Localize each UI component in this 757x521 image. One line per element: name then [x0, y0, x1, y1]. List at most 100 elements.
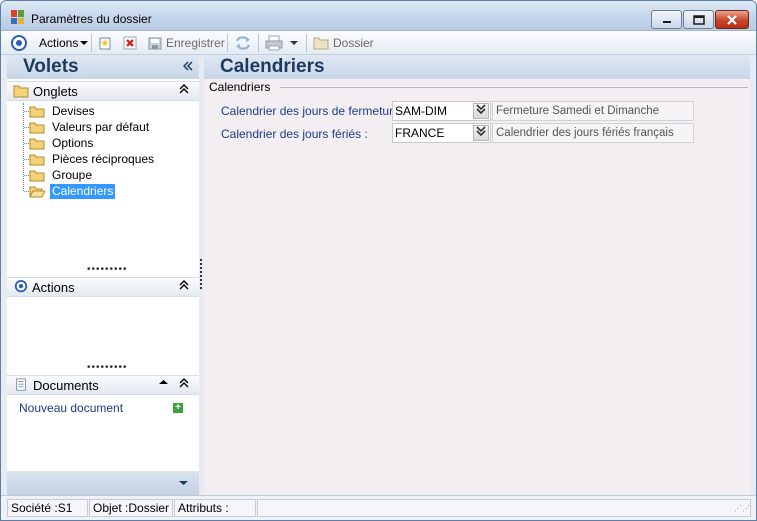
double-chevron-down-icon: [476, 104, 486, 115]
refresh-button[interactable]: [234, 34, 252, 52]
double-chevron-up-icon[interactable]: [179, 280, 189, 293]
maximize-icon: [692, 14, 705, 25]
resize-grip-icon[interactable]: ⋰⋰: [734, 504, 750, 513]
tree-item-groupe[interactable]: Groupe: [29, 168, 94, 183]
actions-title: Actions: [32, 280, 75, 295]
status-bar: Société :S1 Objet :Dossier Attributs : ⋰…: [1, 495, 756, 520]
tree-item-valeurs-par-defaut[interactable]: Valeurs par défaut: [29, 120, 151, 135]
delete-icon: [123, 36, 137, 50]
tree-item-label: Groupe: [52, 168, 93, 182]
status-empty: [257, 499, 751, 517]
chevron-down-icon: [290, 41, 298, 45]
double-chevron-up-icon[interactable]: [179, 84, 189, 97]
actions-menu-label: Actions: [39, 36, 79, 50]
dropdown-button[interactable]: [473, 103, 489, 119]
onglets-title: Onglets: [33, 84, 78, 99]
actions-menu-button[interactable]: Actions: [39, 34, 89, 52]
chevron-down-icon: [80, 41, 89, 45]
folder-icon: [29, 138, 45, 149]
minimize-icon: [662, 20, 671, 23]
save-button[interactable]: Enregistrer: [147, 34, 225, 52]
holidays-calendar-combo[interactable]: FRANCE: [392, 123, 491, 143]
tree-item-label: Pièces réciproques: [52, 152, 155, 166]
documents-section-header[interactable]: Documents: [7, 375, 199, 395]
new-button[interactable]: [97, 34, 113, 52]
tree-item-options[interactable]: Options: [29, 136, 95, 151]
tree-item-label: Calendriers: [50, 184, 116, 199]
chevron-up-icon[interactable]: [159, 378, 168, 390]
closing-days-calendar-combo[interactable]: SAM-DIM: [392, 101, 491, 121]
new-document-link[interactable]: Nouveau document: [19, 401, 123, 415]
toolbar-separator: [91, 34, 92, 52]
close-icon: [727, 14, 737, 25]
status-attributs: Attributs :: [174, 499, 256, 517]
save-icon: [148, 37, 162, 50]
save-label: Enregistrer: [166, 36, 225, 50]
closing-days-calendar-value: SAM-DIM: [395, 104, 447, 118]
double-chevron-up-icon[interactable]: [179, 378, 189, 391]
folder-icon: [29, 170, 45, 181]
folder-label: Dossier: [333, 36, 374, 50]
description-text: Calendrier des jours fériés français: [496, 127, 674, 139]
status-objet: Objet :Dossier: [89, 499, 173, 517]
group-divider: [280, 87, 748, 88]
print-icon: [265, 35, 283, 51]
status-societe: Société :S1: [7, 499, 88, 517]
content-header: Calendriers: [204, 55, 750, 79]
double-chevron-left-icon: [182, 61, 193, 71]
splitter-handle[interactable]: •••••••••: [87, 265, 128, 275]
folder-icon: [29, 122, 45, 133]
folder-icon: [29, 154, 45, 165]
minimize-button[interactable]: [651, 10, 682, 29]
volets-title: Volets: [23, 56, 79, 77]
tree-item-calendriers[interactable]: Calendriers: [29, 184, 116, 199]
description-text: Fermeture Samedi et Dimanche: [496, 105, 659, 117]
tree-connector: [23, 103, 24, 191]
holidays-calendar-label: Calendrier des jours fériés :: [221, 127, 368, 141]
toolbar-separator: [306, 34, 307, 52]
add-icon[interactable]: +: [173, 403, 183, 413]
holidays-calendar-value: FRANCE: [395, 126, 445, 140]
actions-circle-button[interactable]: [11, 34, 27, 52]
content-pane: Calendriers Calendriers Calendrier des j…: [204, 55, 750, 495]
splitter-handle[interactable]: •••••••••: [87, 363, 128, 373]
dropdown-button[interactable]: [473, 125, 489, 141]
tree-item-label: Devises: [52, 104, 95, 118]
folder-icon: [29, 106, 45, 117]
print-button[interactable]: [264, 34, 298, 52]
title-bar: Paramètres du dossier: [1, 1, 756, 31]
toolbar-separator: [258, 34, 259, 52]
actions-icon: [11, 35, 27, 51]
onglets-section-header[interactable]: Onglets: [7, 81, 199, 101]
folder-button[interactable]: Dossier: [313, 34, 374, 52]
documents-title: Documents: [33, 378, 99, 393]
closing-days-calendar-description: Fermeture Samedi et Dimanche: [492, 101, 694, 121]
volets-pane: Volets Onglets Devises Valeurs par défau…: [7, 55, 199, 495]
toolbar: Actions Enregistrer Dossier: [1, 31, 756, 55]
new-icon: [99, 37, 111, 50]
document-icon: [16, 378, 26, 391]
vertical-splitter[interactable]: [200, 259, 202, 289]
tree-item-devises[interactable]: Devises: [29, 104, 97, 119]
actions-section-header[interactable]: Actions: [7, 277, 199, 297]
closing-days-calendar-label: Calendrier des jours de fermeture :: [221, 104, 407, 118]
tree-item-label: Options: [52, 136, 94, 150]
maximize-button[interactable]: [683, 10, 714, 29]
tree-item-pieces-reciproques[interactable]: Pièces réciproques: [29, 152, 156, 167]
holidays-calendar-description: Calendrier des jours fériés français: [492, 123, 694, 143]
application-window: Paramètres du dossier Actions Enregistre…: [0, 0, 757, 521]
delete-button[interactable]: [122, 34, 138, 52]
toolbar-separator: [227, 34, 228, 52]
pane-bottom-bar: [7, 471, 199, 495]
chevron-down-icon[interactable]: [179, 480, 188, 486]
collapse-pane-button[interactable]: [182, 59, 193, 74]
group-label: Calendriers: [209, 80, 274, 94]
tree-item-label: Valeurs par défaut: [52, 120, 150, 134]
window-title: Paramètres du dossier: [31, 12, 152, 26]
refresh-icon: [235, 36, 251, 50]
page-title: Calendriers: [220, 56, 325, 77]
app-icon: [11, 10, 24, 24]
folder-icon: [13, 85, 29, 98]
double-chevron-down-icon: [476, 126, 486, 137]
close-button[interactable]: [715, 10, 749, 29]
